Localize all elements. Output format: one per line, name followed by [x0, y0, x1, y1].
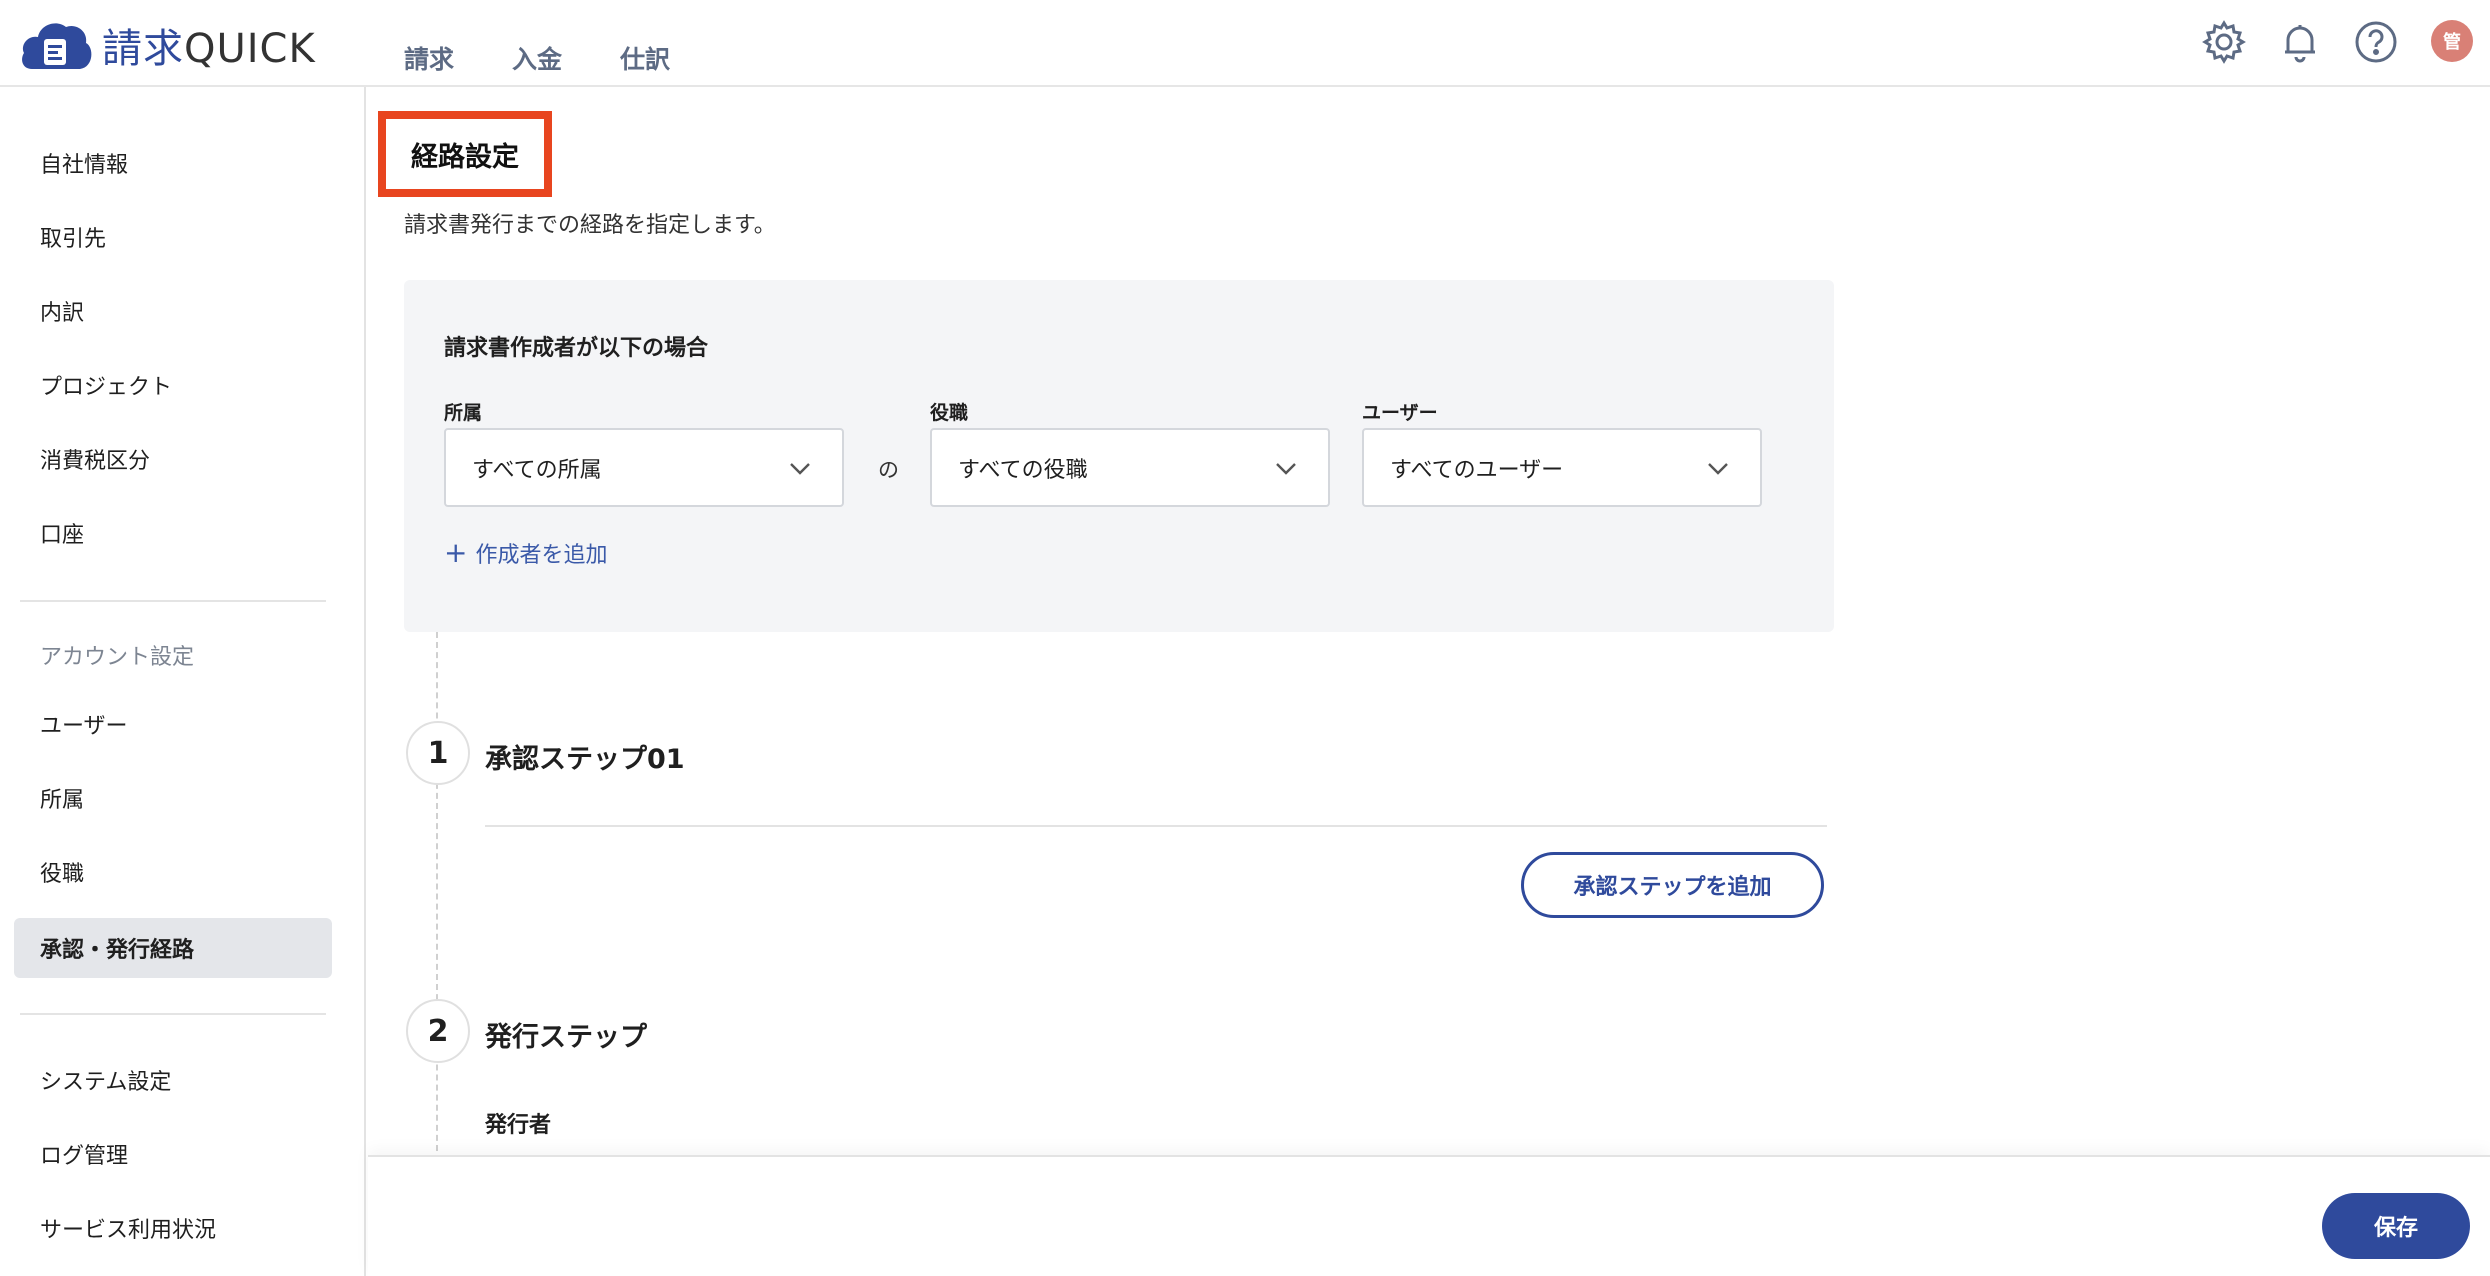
brand-name: 請求QUICK [102, 26, 316, 72]
sidebar-item-log-management[interactable]: ログ管理 [14, 1124, 332, 1184]
sidebar-item-clients[interactable]: 取引先 [14, 207, 332, 267]
chevron-down-icon [1276, 463, 1296, 475]
position-label: 役職 [930, 402, 969, 424]
position-select-value: すべての役職 [958, 457, 1088, 483]
topnav-item-journal[interactable]: 仕訳 [620, 40, 670, 76]
save-button[interactable]: 保存 [2322, 1193, 2470, 1259]
page-title: 経路設定 [411, 141, 519, 173]
department-select[interactable]: すべての所属 [444, 428, 844, 507]
sidebar-section-account-settings: アカウント設定 [40, 645, 195, 670]
creator-condition-panel: 請求書作成者が以下の場合 所属 すべての所属 の 役職 すべての役職 ユーザー … [404, 280, 1834, 632]
plus-icon: + [444, 536, 468, 569]
add-approval-step-button[interactable]: 承認ステップを追加 [1521, 852, 1824, 918]
step-number-badge: 1 [406, 721, 470, 785]
page-subtitle: 請求書発行までの経路を指定します。 [404, 213, 776, 238]
position-select[interactable]: すべての役職 [930, 428, 1330, 507]
gear-icon[interactable] [2200, 18, 2248, 66]
department-select-value: すべての所属 [472, 457, 602, 483]
top-navigation: 請求 入金 仕訳 [404, 40, 728, 76]
add-creator-label: 作成者を追加 [475, 543, 608, 568]
step-divider [485, 825, 1827, 827]
sidebar-item-departments[interactable]: 所属 [14, 768, 332, 828]
chevron-down-icon [1708, 463, 1728, 475]
user-avatar[interactable]: 管 [2431, 20, 2473, 62]
sidebar-item-tax-category[interactable]: 消費税区分 [14, 429, 332, 489]
issue-step-title: 発行ステップ [485, 1022, 647, 1053]
sidebar-item-users[interactable]: ユーザー [14, 694, 332, 754]
topnav-item-invoice[interactable]: 請求 [404, 40, 454, 76]
app-logo[interactable]: 請求QUICK [18, 16, 316, 74]
department-label: 所属 [444, 402, 483, 424]
sidebar: 自社情報 取引先 内訳 プロジェクト 消費税区分 口座 アカウント設定 ユーザー… [0, 87, 366, 1276]
sidebar-item-approval-route[interactable]: 承認・発行経路 [14, 918, 332, 978]
sidebar-item-bank-account[interactable]: 口座 [14, 503, 332, 563]
sidebar-item-service-usage[interactable]: サービス利用状況 [14, 1198, 332, 1258]
sidebar-item-breakdown[interactable]: 内訳 [14, 281, 332, 341]
sidebar-item-projects[interactable]: プロジェクト [14, 355, 332, 415]
topnav-item-payment[interactable]: 入金 [512, 40, 562, 76]
user-select[interactable]: すべてのユーザー [1362, 428, 1762, 507]
app-header: 請求QUICK 請求 入金 仕訳 管 [0, 0, 2490, 87]
sidebar-divider [20, 1013, 326, 1015]
step-number-badge: 2 [406, 999, 470, 1063]
chevron-down-icon [790, 463, 810, 475]
of-connector: の [878, 458, 899, 482]
user-select-value: すべてのユーザー [1390, 457, 1564, 483]
footer-bar: 保存 [368, 1155, 2490, 1276]
bell-icon[interactable] [2276, 18, 2324, 66]
add-creator-link[interactable]: + 作成者を追加 [444, 537, 607, 569]
main-content: 経路設定 請求書発行までの経路を指定します。 請求書作成者が以下の場合 所属 す… [368, 87, 2490, 1276]
sidebar-item-company-info[interactable]: 自社情報 [14, 133, 332, 193]
sidebar-divider [20, 600, 326, 602]
condition-title: 請求書作成者が以下の場合 [444, 336, 709, 361]
sidebar-item-positions[interactable]: 役職 [14, 842, 332, 902]
help-icon[interactable] [2352, 18, 2400, 66]
user-label: ユーザー [1362, 402, 1438, 424]
approval-step-title: 承認ステップ01 [485, 744, 685, 775]
cloud-logo-icon [22, 23, 92, 69]
sidebar-item-system-settings[interactable]: システム設定 [14, 1050, 332, 1110]
issuer-label: 発行者 [485, 1113, 552, 1138]
page-title-highlight: 経路設定 [378, 111, 552, 197]
